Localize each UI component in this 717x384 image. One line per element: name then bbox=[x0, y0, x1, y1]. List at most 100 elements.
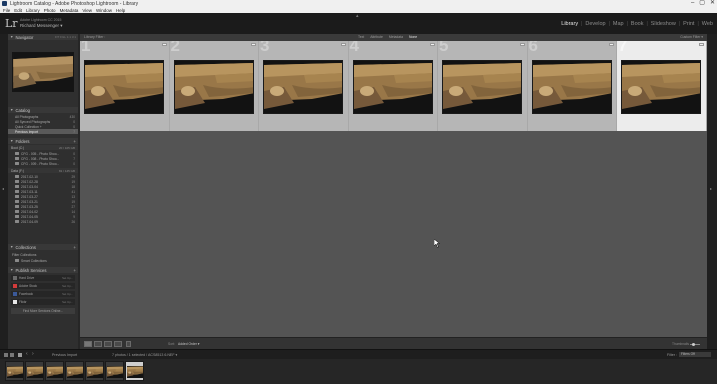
module-book[interactable]: Book bbox=[631, 21, 644, 27]
collapse-left-panel-icon[interactable]: ◂ bbox=[2, 186, 4, 191]
back-arrow-icon[interactable]: ‹ bbox=[26, 351, 30, 357]
menu-photo[interactable]: Photo bbox=[44, 8, 56, 13]
secondary-window-icon[interactable] bbox=[10, 353, 14, 357]
folders-header[interactable]: ▼ Folders + bbox=[8, 138, 78, 144]
module-web[interactable]: Web bbox=[702, 21, 713, 27]
find-more-services[interactable]: Find More Services Online... bbox=[11, 308, 75, 314]
sort-dropdown[interactable]: Added Order ▾ bbox=[178, 342, 199, 346]
filmstrip-source[interactable]: Previous Import bbox=[52, 353, 77, 357]
navigator-header[interactable]: ▼ Navigator FIT FILL 1:1 3:1 bbox=[8, 34, 78, 40]
photo-thumbnail[interactable] bbox=[531, 60, 612, 114]
add-service-icon[interactable]: + bbox=[73, 268, 76, 273]
filmstrip-thumbnail[interactable] bbox=[45, 361, 64, 381]
survey-view-button[interactable] bbox=[114, 341, 122, 347]
publish-adobe-stock[interactable]: Adobe Stock Set Up... bbox=[11, 283, 75, 289]
grid-cell[interactable]: 5 bbox=[438, 41, 528, 131]
custom-filter-dropdown[interactable]: Custom Filter ▾ bbox=[680, 35, 703, 39]
photo-thumbnail[interactable] bbox=[352, 60, 433, 114]
module-develop[interactable]: Develop bbox=[585, 21, 605, 27]
forward-arrow-icon[interactable]: › bbox=[32, 351, 36, 357]
add-folder-icon[interactable]: + bbox=[73, 139, 76, 144]
minimize-button[interactable]: – bbox=[691, 0, 694, 7]
module-print[interactable]: Print bbox=[683, 21, 694, 27]
right-panel-edge[interactable]: ▸ bbox=[707, 34, 717, 349]
filter-metadata[interactable]: Metadata bbox=[389, 35, 403, 39]
folders-label: Folders bbox=[15, 138, 30, 144]
painter-icon[interactable] bbox=[126, 341, 131, 347]
collapse-top-panel-icon[interactable]: ▴ bbox=[356, 13, 359, 19]
drive-data[interactable]: Data (F:) 81 / 145 GB bbox=[8, 168, 78, 173]
module-map[interactable]: Map bbox=[613, 21, 624, 27]
menu-file[interactable]: File bbox=[3, 8, 10, 13]
grid-view[interactable]: 1 2 3 4 5 6 7 bbox=[80, 41, 707, 337]
menu-edit[interactable]: Edit bbox=[14, 8, 22, 13]
badge-icon[interactable] bbox=[340, 43, 346, 46]
publish-hard-drive[interactable]: Hard Drive Set Up... bbox=[11, 275, 75, 281]
collapse-right-panel-icon[interactable]: ▸ bbox=[710, 186, 712, 191]
badge-icon[interactable] bbox=[251, 43, 256, 46]
badge-icon[interactable] bbox=[519, 43, 525, 46]
badge-icon[interactable] bbox=[430, 43, 435, 46]
grid-view-button[interactable] bbox=[84, 341, 92, 347]
thumbnail-size-slider-knob[interactable] bbox=[692, 342, 695, 346]
filmstrip-thumbnail[interactable] bbox=[65, 361, 84, 381]
filmstrip-thumbnail[interactable] bbox=[85, 361, 104, 381]
grid-cell[interactable]: 7 bbox=[617, 41, 707, 131]
menu-metadata[interactable]: Metadata bbox=[60, 8, 79, 13]
grid-cell[interactable]: 1 bbox=[80, 41, 170, 131]
left-panel-edge[interactable]: ◂ bbox=[0, 34, 8, 349]
collection-filter[interactable]: Filter Collections bbox=[8, 252, 78, 257]
filmstrip-thumbnail[interactable] bbox=[25, 361, 44, 381]
navigator-preview[interactable] bbox=[12, 52, 74, 92]
user-name[interactable]: Richard Messenger ▾ bbox=[20, 23, 63, 29]
navigator-zoom-options[interactable]: FIT FILL 1:1 3:1 bbox=[55, 35, 76, 39]
module-slideshow[interactable]: Slideshow bbox=[651, 21, 676, 27]
compare-view-button[interactable] bbox=[104, 341, 112, 347]
menu-window[interactable]: Window bbox=[96, 8, 112, 13]
folder-item[interactable]: 2017-04-09 26 bbox=[8, 219, 78, 224]
add-collection-icon[interactable]: + bbox=[73, 245, 76, 250]
grid-cell-index: 6 bbox=[528, 41, 538, 55]
main-window-icon[interactable] bbox=[4, 353, 8, 357]
grid-mode-icon[interactable] bbox=[18, 353, 22, 357]
filmstrip-filter-dropdown[interactable]: Filters Off bbox=[679, 352, 711, 357]
badge-icon[interactable] bbox=[609, 43, 614, 46]
drive-boot[interactable]: Boot (C:) 20 / 105 GB bbox=[8, 145, 78, 150]
close-button[interactable]: ✕ bbox=[710, 0, 715, 7]
module-library[interactable]: Library bbox=[561, 21, 578, 27]
photo-thumbnail[interactable] bbox=[84, 60, 164, 114]
collections-header[interactable]: ▼ Collections + bbox=[8, 244, 78, 250]
menu-view[interactable]: View bbox=[82, 8, 92, 13]
badge-icon[interactable] bbox=[161, 43, 167, 46]
filmstrip-thumbnail[interactable] bbox=[105, 361, 124, 381]
grid-cell[interactable]: 4 bbox=[348, 41, 438, 131]
filter-none[interactable]: None bbox=[409, 35, 417, 39]
filmstrip-thumbnail[interactable] bbox=[5, 361, 24, 381]
photo-thumbnail[interactable] bbox=[442, 60, 522, 114]
loupe-view-button[interactable] bbox=[94, 341, 102, 347]
photo-thumbnail[interactable] bbox=[263, 60, 343, 114]
photo-thumbnail[interactable] bbox=[173, 60, 254, 114]
publish-services-header[interactable]: ▼ Publish Services + bbox=[8, 267, 78, 273]
collection-smart[interactable]: Smart Collections bbox=[8, 258, 78, 263]
publish-facebook[interactable]: Facebook Set Up... bbox=[11, 291, 75, 297]
folder-item[interactable]: CFG - 009 - Photo Shoo... 0 bbox=[8, 161, 78, 166]
grid-cell[interactable]: 6 bbox=[527, 41, 617, 131]
sort-label: Sort: bbox=[168, 342, 175, 346]
catalog-item-previous-import[interactable]: Previous Import 7 bbox=[8, 129, 78, 134]
grid-cell[interactable]: 3 bbox=[259, 41, 349, 131]
menu-library[interactable]: Library bbox=[26, 8, 40, 13]
collections-label: Collections bbox=[15, 244, 36, 250]
publish-flickr[interactable]: Flickr Set Up... bbox=[11, 299, 75, 305]
filmstrip-thumbnail[interactable] bbox=[125, 361, 144, 381]
filter-attribute[interactable]: Attribute bbox=[370, 35, 383, 39]
grid-cell[interactable]: 2 bbox=[169, 41, 259, 131]
menu-help[interactable]: Help bbox=[116, 8, 125, 13]
flickr-icon bbox=[13, 300, 17, 304]
badge-icon[interactable] bbox=[698, 43, 704, 46]
filter-text[interactable]: Text bbox=[358, 35, 364, 39]
maximize-button[interactable]: ▢ bbox=[699, 0, 705, 7]
photo-thumbnail[interactable] bbox=[621, 60, 701, 114]
filmstrip[interactable] bbox=[0, 359, 717, 384]
catalog-header[interactable]: ▼ Catalog bbox=[8, 107, 78, 113]
